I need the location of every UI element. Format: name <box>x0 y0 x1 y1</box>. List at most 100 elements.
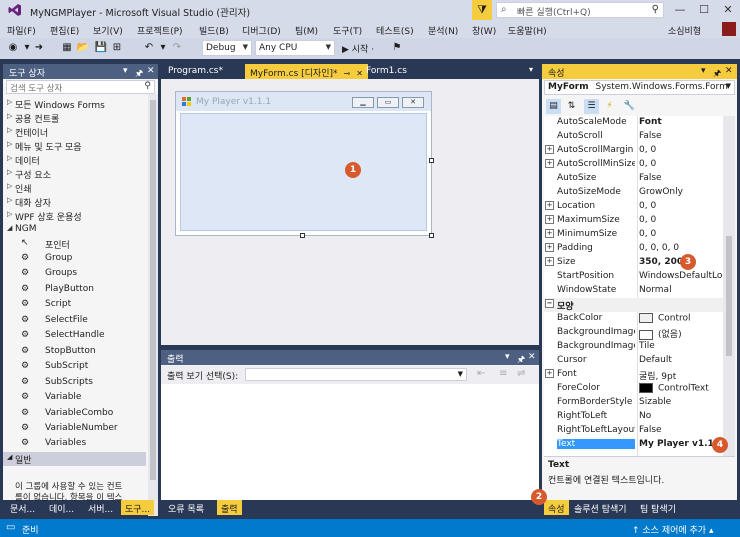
property-row[interactable]: AutoSizeMode GrowOnly <box>544 186 723 200</box>
toolbox-item[interactable]: ⚙ VariableCombo <box>3 406 146 421</box>
property-value[interactable]: 0, 0 <box>639 229 723 239</box>
menu-test[interactable]: 테스트(S) <box>376 24 414 37</box>
toolbox-item[interactable]: ⚙ Variables <box>3 436 146 451</box>
expand-icon[interactable]: + <box>545 145 554 154</box>
menu-help[interactable]: 도움말(H) <box>508 24 547 37</box>
notification-filter-icon[interactable]: ⧩ <box>472 0 492 20</box>
property-row[interactable]: AutoScaleMode Font <box>544 116 723 130</box>
toolbox-category[interactable]: ▷ 컨테이너 <box>3 125 146 139</box>
tab-error-list[interactable]: 오류 목록 <box>164 500 208 515</box>
property-row[interactable]: Cursor Default <box>544 354 723 368</box>
tab-properties[interactable]: 속성 <box>544 500 569 515</box>
toolbox-item[interactable]: ⚙ SubScript <box>3 359 146 374</box>
toolbox-scrollbar[interactable] <box>148 94 158 516</box>
property-value[interactable]: My Player v1.1.1 <box>639 439 723 449</box>
toolbox-category[interactable]: ▷ 대화 상자 <box>3 195 146 209</box>
form-client-area[interactable] <box>180 113 427 231</box>
output-source-select[interactable]: ▼ <box>245 368 467 381</box>
form-preview[interactable]: My Player v1.1.1 ▁ ▭ ✕ <box>175 91 432 236</box>
open-file-icon[interactable]: 📂 <box>76 41 90 55</box>
pin-icon[interactable]: ⊸ <box>343 69 350 78</box>
property-row[interactable]: + AutoScrollMinSize 0, 0 <box>544 158 723 172</box>
resize-handle-corner[interactable] <box>429 233 434 238</box>
property-value[interactable]: Control <box>639 313 723 324</box>
property-value[interactable]: No <box>639 411 723 421</box>
expand-icon[interactable]: + <box>545 243 554 252</box>
menu-edit[interactable]: 편집(E) <box>50 24 79 37</box>
quick-launch-input[interactable]: ⌕ 빠른 실행(Ctrl+Q) ⚲ <box>496 2 664 18</box>
property-row[interactable]: + Size 350, 200 <box>544 256 723 270</box>
property-value[interactable]: WindowsDefaultLocation <box>639 271 723 281</box>
resize-handle-bottom[interactable] <box>300 233 305 238</box>
toolbox-category[interactable]: ▷ 인쇄 <box>3 181 146 195</box>
property-value[interactable]: 0, 0 <box>639 159 723 169</box>
menu-debug[interactable]: 디버그(D) <box>242 24 281 37</box>
events-icon[interactable]: ⚡ <box>602 99 617 114</box>
toggle-wrap-icon[interactable]: ⇌ <box>517 368 525 379</box>
redo-icon[interactable]: ↷ <box>170 41 184 55</box>
collapse-icon[interactable]: − <box>545 299 554 308</box>
property-row[interactable]: RightToLeft No <box>544 410 723 424</box>
toolbox-category[interactable]: ▷ 모든 Windows Forms <box>3 97 146 111</box>
add-to-source-control[interactable]: ↑ 소스 제어에 추가 ▴ <box>632 523 713 536</box>
property-row[interactable]: BackgroundImage (없음) <box>544 326 723 340</box>
property-value[interactable]: 굴림, 9pt <box>639 369 723 382</box>
property-value[interactable]: Default <box>639 355 723 365</box>
property-row[interactable]: + Font 굴림, 9pt <box>544 368 723 382</box>
property-row[interactable]: StartPosition WindowsDefaultLocation <box>544 270 723 284</box>
dropdown-icon[interactable]: ▾ <box>505 352 510 362</box>
property-category[interactable]: − 모양 <box>544 298 723 312</box>
menu-analyze[interactable]: 분석(N) <box>428 24 458 37</box>
toolbox-category[interactable]: ▷ 공용 컨트롤 <box>3 111 146 125</box>
dropdown-icon[interactable]: ▾ <box>701 66 706 76</box>
toolbox-category[interactable]: ▷ WPF 상호 운용성 <box>3 209 146 223</box>
properties-icon[interactable]: ☰ <box>584 99 599 114</box>
back-icon[interactable]: ◉ <box>6 41 20 55</box>
property-row[interactable]: Text My Player v1.1.1 <box>544 438 723 452</box>
property-value[interactable]: 0, 0 <box>639 145 723 155</box>
user-avatar[interactable] <box>722 22 736 36</box>
property-row[interactable]: + AutoScrollMargin 0, 0 <box>544 144 723 158</box>
property-value[interactable]: ControlText <box>639 383 723 394</box>
tab-data-sources[interactable]: 데이... <box>45 500 78 515</box>
undo-dropdown-icon[interactable]: ▾ <box>156 41 170 55</box>
new-project-icon[interactable]: ▦ <box>60 41 74 55</box>
property-value[interactable]: (없음) <box>639 327 723 340</box>
property-row[interactable]: + Padding 0, 0, 0, 0 <box>544 242 723 256</box>
expand-icon[interactable]: + <box>545 257 554 266</box>
toolbox-item-pointer[interactable]: ↖ 포인터 <box>3 236 146 251</box>
tab-form1-cs[interactable]: Form1.cs <box>361 64 412 79</box>
tab-solution-explorer[interactable]: 솔루션 탐색기 <box>570 500 631 515</box>
scrollbar-thumb[interactable] <box>726 236 732 356</box>
close-icon[interactable]: ✕ <box>725 66 733 76</box>
property-value[interactable]: False <box>639 173 723 183</box>
forward-icon[interactable]: ➜ <box>32 41 46 55</box>
tab-team-explorer[interactable]: 팀 탐색기 <box>636 500 680 515</box>
form-designer-surface[interactable]: My Player v1.1.1 ▁ ▭ ✕ 1 <box>161 79 539 345</box>
expand-icon[interactable]: + <box>545 159 554 168</box>
toolbox-category-general[interactable]: ◢ 일반 <box>3 452 146 466</box>
start-button[interactable]: ▶ 시작 · <box>342 42 374 55</box>
property-value[interactable]: False <box>639 131 723 141</box>
menu-build[interactable]: 빌드(B) <box>199 24 229 37</box>
menu-tools[interactable]: 도구(T) <box>333 24 362 37</box>
property-row[interactable]: RightToLeftLayout False <box>544 424 723 438</box>
expand-icon[interactable]: + <box>545 215 554 224</box>
toolbox-item[interactable]: ⚙ Group <box>3 251 146 266</box>
property-value[interactable]: 0, 0 <box>639 215 723 225</box>
search-icon[interactable]: ⚲ <box>652 4 659 15</box>
toolbox-item[interactable]: ⚙ PlayButton <box>3 282 146 297</box>
expand-icon[interactable]: + <box>545 201 554 210</box>
property-row[interactable]: BackColor Control <box>544 312 723 326</box>
property-value[interactable]: Normal <box>639 285 723 295</box>
property-row[interactable]: FormBorderStyle Sizable <box>544 396 723 410</box>
tab-overflow-icon[interactable]: ▾ <box>529 65 533 74</box>
property-row[interactable]: + Location 0, 0 <box>544 200 723 214</box>
toolbox-item[interactable]: ⚙ StopButton <box>3 344 146 359</box>
property-value[interactable]: GrowOnly <box>639 187 723 197</box>
browser-link-icon[interactable]: ⚑ <box>390 41 404 55</box>
undo-icon[interactable]: ↶ <box>142 41 156 55</box>
platform-select[interactable]: Any CPU ▼ <box>255 40 335 56</box>
toolbox-search-input[interactable]: 검색 도구 상자 ⚲ <box>6 80 155 94</box>
scrollbar-thumb[interactable] <box>150 100 156 480</box>
